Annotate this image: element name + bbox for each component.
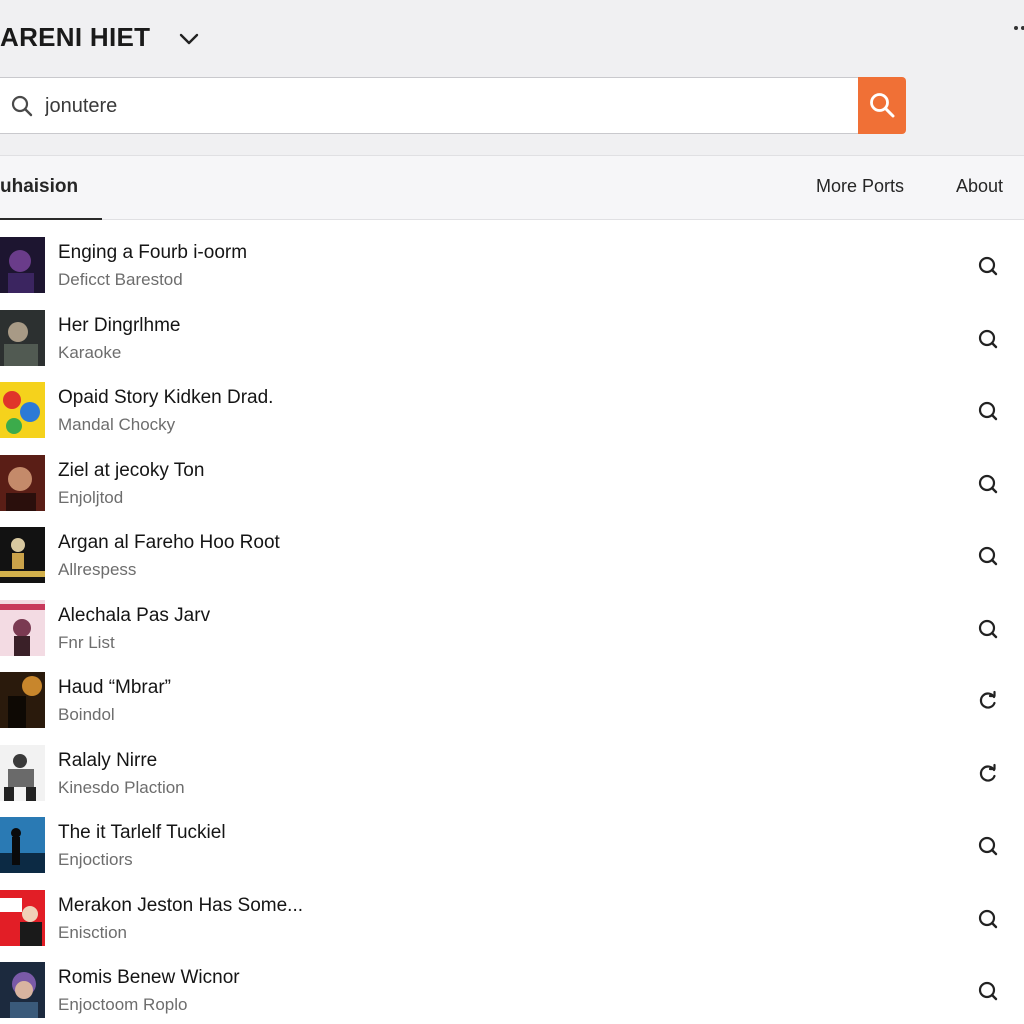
search-icon — [11, 95, 33, 117]
item-subtitle: Allrespess — [58, 560, 137, 579]
list-item[interactable]: Ralaly Nirre Kinesdo Plaction — [0, 736, 1024, 808]
item-title: Romis Benew Wicnor — [58, 967, 240, 988]
list-item[interactable]: Merakon Jeston Has Some... Eniscti​on — [0, 881, 1024, 953]
item-subtitle: Fnr List — [58, 633, 115, 652]
item-subtitle: Boindol — [58, 705, 115, 724]
search-icon[interactable] — [976, 254, 1000, 278]
search-icon[interactable] — [976, 544, 1000, 568]
item-title: Merakon Jeston Has Some... — [58, 895, 303, 916]
list-item[interactable]: Opaid Story Kidken Drad. Mandal Chocky — [0, 373, 1024, 445]
album-thumbnail — [0, 382, 45, 438]
search-icon[interactable] — [976, 617, 1000, 641]
search-button[interactable] — [858, 77, 906, 134]
search-icon — [870, 93, 895, 118]
search-icon[interactable] — [976, 472, 1000, 496]
list-item[interactable]: Her Dingrlhme Karaoke — [0, 301, 1024, 373]
refresh-icon[interactable] — [976, 762, 1000, 786]
item-subtitle: Kinesdo Plaction — [58, 778, 185, 797]
list-item[interactable]: Enging a Fourb i-oorm Deficct Barestod — [0, 228, 1024, 300]
app-title: ARENI HIET — [0, 22, 151, 52]
album-thumbnail — [0, 237, 45, 293]
tab-about[interactable]: About — [956, 176, 1003, 197]
item-title: Enging a Fourb i-oorm — [58, 242, 248, 263]
album-thumbnail — [0, 672, 45, 728]
item-title: Ralaly Nirre — [58, 750, 158, 771]
album-thumbnail — [0, 527, 45, 583]
search-icon[interactable] — [976, 907, 1000, 931]
item-subtitle: Karaoke — [58, 343, 122, 362]
item-title: Opaid Story Kidken Drad. — [58, 387, 274, 408]
top-bar: ARENI HIET — [0, 0, 1024, 155]
item-title: Argan al Fareho Hoo Root — [58, 532, 280, 553]
item-subtitle: Enjoctoom Roplo — [58, 995, 188, 1014]
search-input[interactable] — [45, 88, 835, 124]
item-title: Her Dingrlhme — [58, 315, 181, 336]
list-item[interactable]: The it Tarlelf Tuckiel Enjoctiors — [0, 808, 1024, 880]
tab-more-ports[interactable]: More Ports — [816, 176, 904, 197]
list-item[interactable]: Argan al Fareho Hoo Root Allrespess — [0, 518, 1024, 590]
item-subtitle: Enjoctiors — [58, 850, 133, 869]
item-subtitle: Eniscti​on — [58, 923, 127, 942]
album-thumbnail — [0, 962, 45, 1018]
search-icon[interactable] — [976, 327, 1000, 351]
album-thumbnail — [0, 600, 45, 656]
album-thumbnail — [0, 455, 45, 511]
item-title: Alechala Pas Jarv — [58, 605, 211, 626]
item-subtitle: Enjoljtod — [58, 488, 124, 507]
album-thumbnail — [0, 817, 45, 873]
search-icon[interactable] — [976, 834, 1000, 858]
item-title: The it Tarlelf Tuckiel — [58, 822, 226, 843]
refresh-icon[interactable] — [976, 689, 1000, 713]
active-tab-indicator — [0, 218, 102, 220]
list-item[interactable]: Romis Benew Wicnor Enjoctoom Roplo — [0, 953, 1024, 1024]
search-icon[interactable] — [976, 979, 1000, 1003]
list-item[interactable]: Alechala Pas Jarv Fnr List — [0, 591, 1024, 663]
more-dots-icon[interactable] — [1010, 20, 1024, 36]
album-thumbnail — [0, 745, 45, 801]
item-title: Ziel at jecoky Ton — [58, 460, 205, 481]
list-item[interactable]: Haud “Mbrar” Boindol — [0, 663, 1024, 735]
tab-bar: uhaision More Ports About — [0, 155, 1024, 220]
tab-uhaision[interactable]: uhaision — [0, 176, 78, 198]
search-box — [0, 77, 860, 134]
list-item[interactable]: Ziel at jecoky Ton Enjoljtod — [0, 446, 1024, 518]
search-icon[interactable] — [976, 399, 1000, 423]
album-thumbnail — [0, 890, 45, 946]
item-subtitle: Deficct Barestod — [58, 270, 183, 289]
item-title: Haud “Mbrar” — [58, 677, 171, 698]
item-subtitle: Mandal Chocky — [58, 415, 176, 434]
album-thumbnail — [0, 310, 45, 366]
chevron-down-icon[interactable] — [176, 26, 202, 52]
